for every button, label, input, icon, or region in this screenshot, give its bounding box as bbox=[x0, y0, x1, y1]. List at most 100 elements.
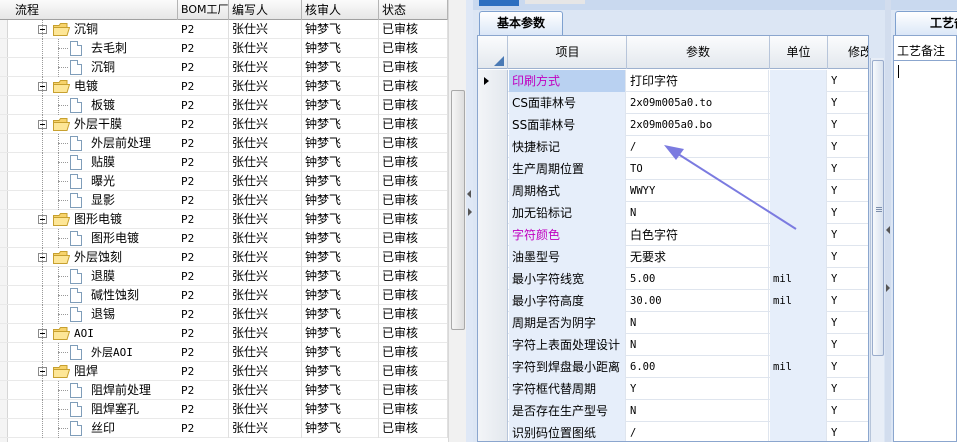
param-row[interactable]: 最小字符高度 30.00 mil Y bbox=[478, 290, 868, 312]
param-modify-cell[interactable]: Y bbox=[828, 246, 868, 268]
tree-row[interactable]: 碱性蚀刻 P2 张仕兴 钟梦飞 已审核 bbox=[0, 286, 448, 305]
param-row[interactable]: 字符颜色 白色字符 Y bbox=[478, 224, 868, 246]
param-modify-cell[interactable]: Y bbox=[828, 158, 868, 180]
param-value-cell[interactable]: WWYY bbox=[627, 180, 769, 202]
tree-row[interactable]: 丝印 P2 张仕兴 钟梦飞 已审核 bbox=[0, 419, 448, 438]
tree-row[interactable]: 曝光 P2 张仕兴 钟梦飞 已审核 bbox=[0, 172, 448, 191]
header-item[interactable]: 项目 bbox=[509, 36, 627, 69]
param-value-cell[interactable]: / bbox=[627, 136, 769, 158]
tree-row[interactable]: 电镀 P2 张仕兴 钟梦飞 已审核 bbox=[0, 77, 448, 96]
tree-row[interactable]: 退膜 P2 张仕兴 钟梦飞 已审核 bbox=[0, 267, 448, 286]
param-value-cell[interactable]: N bbox=[627, 334, 769, 356]
row-selector[interactable] bbox=[478, 312, 508, 334]
tree-vertical-scrollbar[interactable] bbox=[448, 0, 466, 442]
tab-process-remark[interactable]: 工艺备注 bbox=[895, 11, 957, 35]
row-selector[interactable] bbox=[478, 246, 508, 268]
params-vertical-scrollbar[interactable] bbox=[870, 58, 884, 442]
header-bom-factory[interactable]: BOM工厂 bbox=[178, 0, 229, 20]
header-modify[interactable]: 修改 bbox=[828, 36, 868, 69]
row-selector[interactable] bbox=[478, 356, 508, 378]
tree-scroll-thumb[interactable] bbox=[451, 90, 465, 330]
param-value-cell[interactable]: 2x09m005a0.to bbox=[627, 92, 769, 114]
row-selector[interactable] bbox=[478, 400, 508, 422]
tree-row[interactable]: 图形电镀 P2 张仕兴 钟梦飞 已审核 bbox=[0, 229, 448, 248]
param-value-cell[interactable]: 打印字符 bbox=[627, 70, 769, 92]
tree-row[interactable]: 去毛刺 P2 张仕兴 钟梦飞 已审核 bbox=[0, 39, 448, 58]
tree-row[interactable]: 沉铜 P2 张仕兴 钟梦飞 已审核 bbox=[0, 20, 448, 39]
tree-row[interactable]: 阻焊塞孔 P2 张仕兴 钟梦飞 已审核 bbox=[0, 400, 448, 419]
param-row[interactable]: 周期格式 WWYY Y bbox=[478, 180, 868, 202]
param-value-cell[interactable]: / bbox=[627, 422, 769, 441]
param-row[interactable]: 是否存在生产型号 N Y bbox=[478, 400, 868, 422]
param-modify-cell[interactable]: Y bbox=[828, 70, 868, 92]
param-row[interactable]: 快捷标记 / Y bbox=[478, 136, 868, 158]
tree-row[interactable]: 外层干膜 P2 张仕兴 钟梦飞 已审核 bbox=[0, 115, 448, 134]
param-value-cell[interactable]: N bbox=[627, 202, 769, 224]
param-value-cell[interactable]: 无要求 bbox=[627, 246, 769, 268]
tree-row[interactable]: 外层蚀刻 P2 张仕兴 钟梦飞 已审核 bbox=[0, 248, 448, 267]
center-top-inactive-tab[interactable] bbox=[525, 0, 585, 4]
param-modify-cell[interactable]: Y bbox=[828, 180, 868, 202]
param-modify-cell[interactable]: Y bbox=[828, 136, 868, 158]
param-modify-cell[interactable]: Y bbox=[828, 312, 868, 334]
header-status[interactable]: 状态 bbox=[379, 0, 448, 20]
param-row[interactable]: 周期是否为阴字 N Y bbox=[478, 312, 868, 334]
grid-corner[interactable] bbox=[478, 36, 508, 69]
header-process[interactable]: 流程 bbox=[12, 0, 178, 20]
param-value-cell[interactable]: 5.00 bbox=[627, 268, 769, 290]
left-splitter[interactable] bbox=[466, 0, 473, 442]
header-reviewer[interactable]: 核审人 bbox=[302, 0, 379, 20]
param-value-cell[interactable]: N bbox=[627, 400, 769, 422]
params-scroll-thumb[interactable] bbox=[872, 60, 884, 356]
param-row[interactable]: 生产周期位置 TO Y bbox=[478, 158, 868, 180]
param-modify-cell[interactable]: Y bbox=[828, 356, 868, 378]
param-row[interactable]: 字符到焊盘最小距离 6.00 mil Y bbox=[478, 356, 868, 378]
row-selector[interactable] bbox=[478, 114, 508, 136]
process-remark-box[interactable]: 工艺备注 bbox=[893, 35, 957, 442]
param-row[interactable]: 油墨型号 无要求 Y bbox=[478, 246, 868, 268]
row-selector[interactable] bbox=[478, 268, 508, 290]
tree-row[interactable]: 外层前处理 P2 张仕兴 钟梦飞 已审核 bbox=[0, 134, 448, 153]
param-row[interactable]: 印刷方式 打印字符 Y bbox=[478, 70, 868, 92]
tree-row[interactable]: 外层AOI P2 张仕兴 钟梦飞 已审核 bbox=[0, 343, 448, 362]
tree-row[interactable]: 图形电镀 P2 张仕兴 钟梦飞 已审核 bbox=[0, 210, 448, 229]
row-selector[interactable] bbox=[478, 70, 508, 92]
param-row[interactable]: CS面菲林号 2x09m005a0.to Y bbox=[478, 92, 868, 114]
tree-row[interactable]: 阻焊前处理 P2 张仕兴 钟梦飞 已审核 bbox=[0, 381, 448, 400]
row-selector[interactable] bbox=[478, 334, 508, 356]
param-value-cell[interactable]: 30.00 bbox=[627, 290, 769, 312]
row-selector[interactable] bbox=[478, 290, 508, 312]
row-selector[interactable] bbox=[478, 158, 508, 180]
param-modify-cell[interactable]: Y bbox=[828, 290, 868, 312]
tree-row[interactable]: AOI P2 张仕兴 钟梦飞 已审核 bbox=[0, 324, 448, 343]
param-row[interactable]: 字符上表面处理设计 N Y bbox=[478, 334, 868, 356]
row-selector[interactable] bbox=[478, 180, 508, 202]
tree-row[interactable]: 退锡 P2 张仕兴 钟梦飞 已审核 bbox=[0, 305, 448, 324]
param-value-cell[interactable]: 2x09m005a0.bo bbox=[627, 114, 769, 136]
tree-row[interactable]: 阻焊 P2 张仕兴 钟梦飞 已审核 bbox=[0, 362, 448, 381]
tree-row[interactable]: 贴膜 P2 张仕兴 钟梦飞 已审核 bbox=[0, 153, 448, 172]
row-selector[interactable] bbox=[478, 92, 508, 114]
param-modify-cell[interactable]: Y bbox=[828, 202, 868, 224]
param-modify-cell[interactable]: Y bbox=[828, 378, 868, 400]
row-selector[interactable] bbox=[478, 202, 508, 224]
param-row[interactable]: 识别码位置图纸 / Y bbox=[478, 422, 868, 441]
row-selector[interactable] bbox=[478, 378, 508, 400]
param-modify-cell[interactable]: Y bbox=[828, 400, 868, 422]
collapse-left-icon[interactable] bbox=[886, 226, 890, 234]
param-row[interactable]: SS面菲林号 2x09m005a0.bo Y bbox=[478, 114, 868, 136]
row-selector[interactable] bbox=[478, 224, 508, 246]
tree-row[interactable]: 显影 P2 张仕兴 钟梦飞 已审核 bbox=[0, 191, 448, 210]
header-unit[interactable]: 单位 bbox=[770, 36, 828, 69]
expand-right-icon[interactable] bbox=[468, 208, 472, 216]
param-modify-cell[interactable]: Y bbox=[828, 114, 868, 136]
tree-row[interactable]: 沉铜 P2 张仕兴 钟梦飞 已审核 bbox=[0, 58, 448, 77]
expand-right-icon[interactable] bbox=[886, 284, 890, 292]
param-value-cell[interactable]: N bbox=[627, 312, 769, 334]
param-value-cell[interactable]: Y bbox=[627, 378, 769, 400]
tree-row[interactable]: 板镀 P2 张仕兴 钟梦飞 已审核 bbox=[0, 96, 448, 115]
row-selector[interactable] bbox=[478, 422, 508, 441]
param-modify-cell[interactable]: Y bbox=[828, 92, 868, 114]
header-author[interactable]: 编写人 bbox=[229, 0, 302, 20]
param-value-cell[interactable]: TO bbox=[627, 158, 769, 180]
